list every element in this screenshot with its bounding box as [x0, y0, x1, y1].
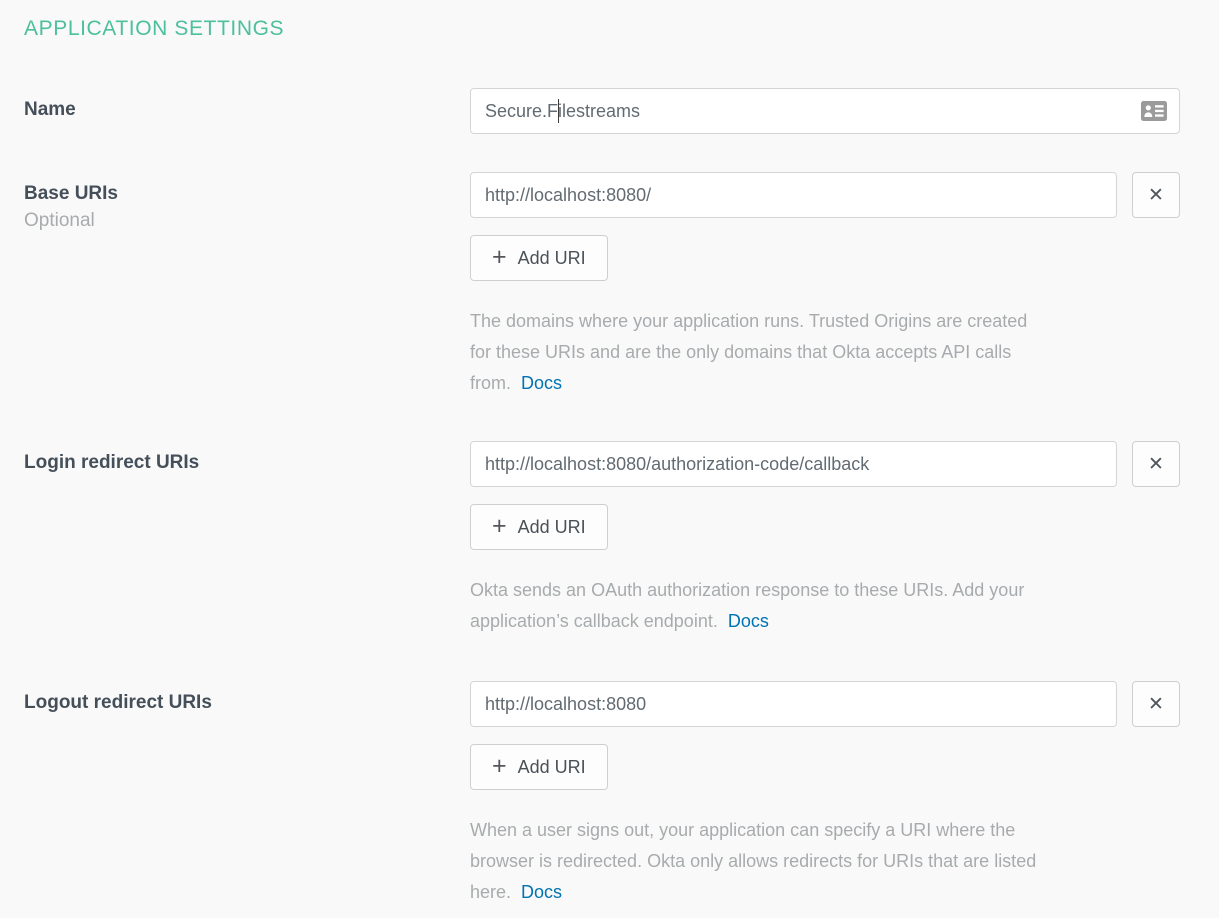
- base-uris-docs-link[interactable]: Docs: [521, 373, 562, 393]
- base-uri-input[interactable]: [470, 172, 1117, 218]
- base-uri-line: ✕: [470, 172, 1219, 218]
- base-uris-optional-label: Optional: [24, 209, 470, 233]
- login-redirect-uri-input[interactable]: [470, 441, 1117, 487]
- login-redirect-uri-remove-button[interactable]: ✕: [1132, 441, 1180, 487]
- logout-redirect-uris-help: When a user signs out, your application …: [470, 815, 1219, 908]
- login-redirect-uris-help: Okta sends an OAuth authorization respon…: [470, 575, 1219, 637]
- close-icon: ✕: [1148, 694, 1164, 715]
- logout-redirect-label-col: Logout redirect URIs: [24, 681, 470, 715]
- login-redirect-uris-docs-link[interactable]: Docs: [728, 611, 769, 631]
- plus-icon: +: [492, 245, 507, 270]
- application-settings-section: APPLICATION SETTINGS Name: [0, 0, 1219, 908]
- logout-redirect-uri-line: ✕: [470, 681, 1219, 727]
- field-row-login-redirect-uris: Login redirect URIs ✕ + Add URI Okta sen…: [24, 441, 1219, 637]
- login-redirect-label-col: Login redirect URIs: [24, 441, 470, 475]
- logout-redirect-uri-add-button[interactable]: + Add URI: [470, 744, 608, 790]
- base-uri-remove-button[interactable]: ✕: [1132, 172, 1180, 218]
- field-row-base-uris: Base URIs Optional ✕ + Add URI The domai…: [24, 172, 1219, 399]
- login-redirect-uri-line: ✕: [470, 441, 1219, 487]
- logout-redirect-uris-label: Logout redirect URIs: [24, 691, 470, 715]
- add-uri-label: Add URI: [518, 517, 586, 538]
- name-label-col: Name: [24, 88, 470, 122]
- logout-redirect-uri-remove-button[interactable]: ✕: [1132, 681, 1180, 727]
- login-redirect-uris-label: Login redirect URIs: [24, 451, 470, 475]
- close-icon: ✕: [1148, 454, 1164, 475]
- logout-redirect-uris-docs-link[interactable]: Docs: [521, 882, 562, 902]
- section-title: APPLICATION SETTINGS: [24, 16, 1219, 42]
- add-uri-label: Add URI: [518, 757, 586, 778]
- name-input[interactable]: [470, 88, 1180, 134]
- name-input-wrap: [470, 88, 1180, 134]
- text-cursor: [558, 99, 559, 123]
- field-row-logout-redirect-uris: Logout redirect URIs ✕ + Add URI When a …: [24, 681, 1219, 908]
- plus-icon: +: [492, 754, 507, 779]
- base-uris-label: Base URIs: [24, 182, 470, 206]
- plus-icon: +: [492, 514, 507, 539]
- base-uris-help: The domains where your application runs.…: [470, 306, 1219, 399]
- close-icon: ✕: [1148, 185, 1164, 206]
- field-row-name: Name: [24, 88, 1219, 134]
- logout-redirect-uri-input[interactable]: [470, 681, 1117, 727]
- base-uri-add-button[interactable]: + Add URI: [470, 235, 608, 281]
- contact-card-icon: [1141, 101, 1167, 121]
- login-redirect-uri-add-button[interactable]: + Add URI: [470, 504, 608, 550]
- base-uris-label-col: Base URIs Optional: [24, 172, 470, 233]
- add-uri-label: Add URI: [518, 248, 586, 269]
- name-label: Name: [24, 98, 470, 122]
